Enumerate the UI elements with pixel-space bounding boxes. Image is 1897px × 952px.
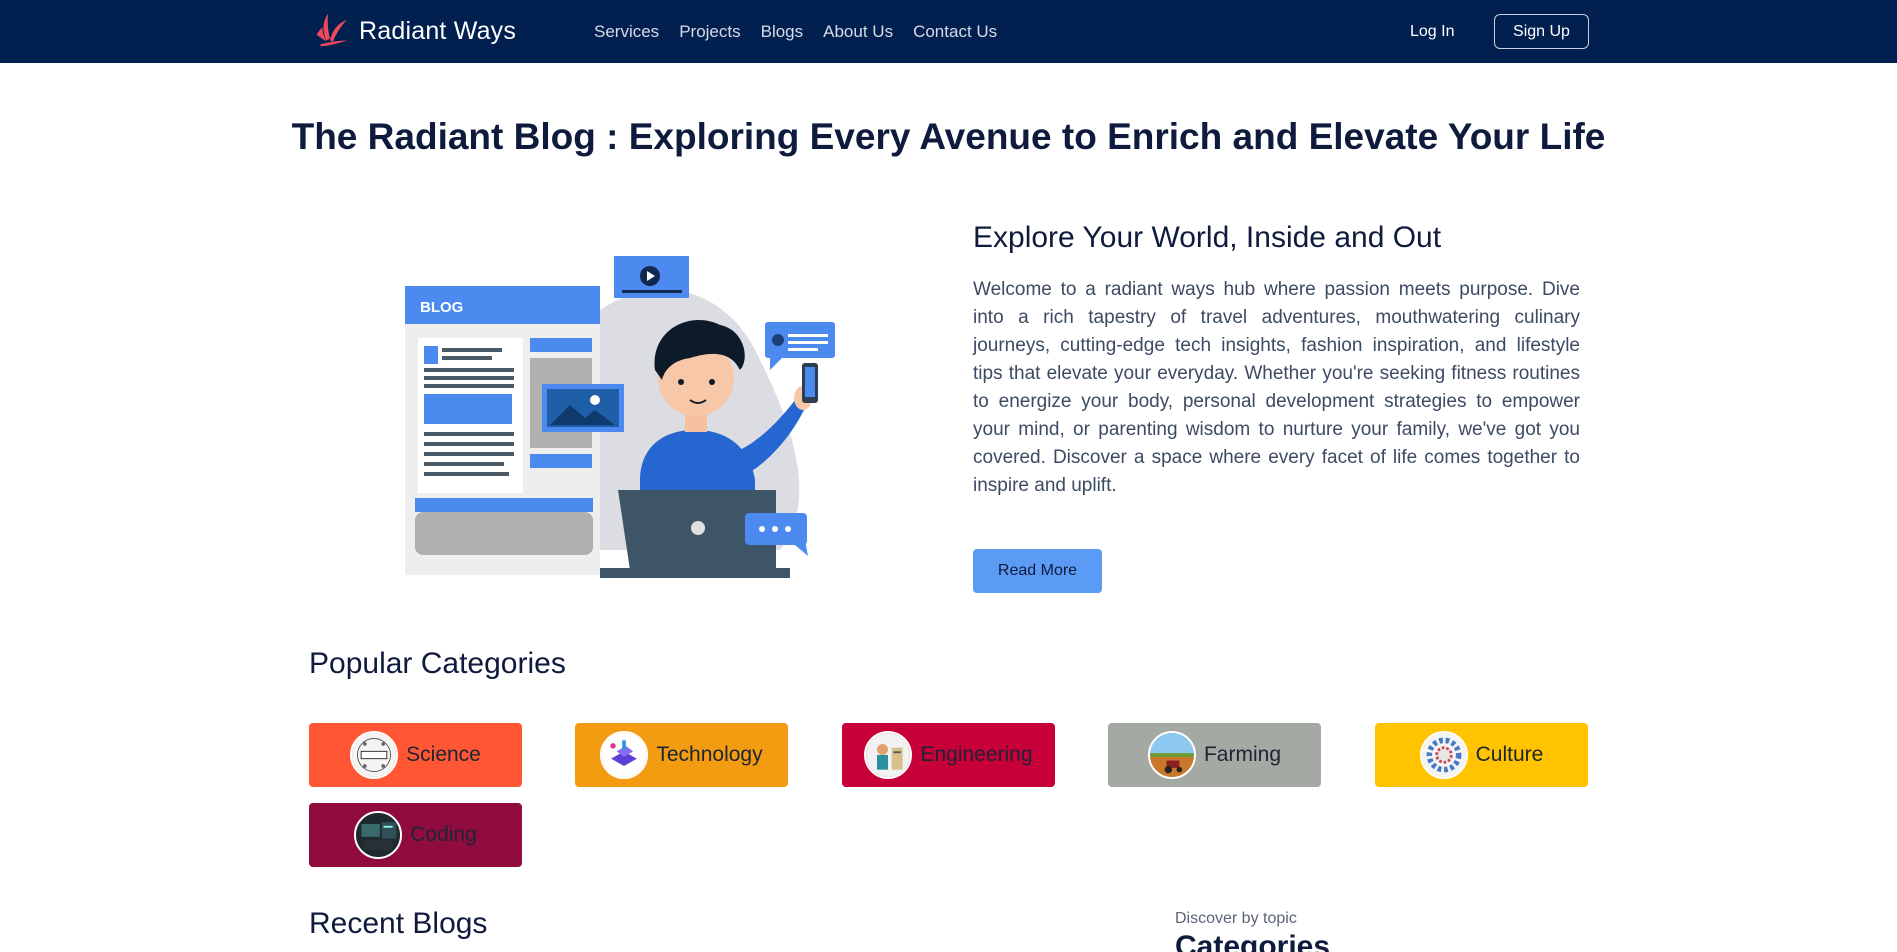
category-card-farming[interactable]: Farming <box>1108 723 1321 787</box>
read-more-button[interactable]: Read More <box>973 549 1102 593</box>
category-label-engineering: Engineering <box>920 743 1033 766</box>
science-thumbnail-icon <box>350 731 399 779</box>
category-card-engineering[interactable]: Engineering <box>842 723 1055 787</box>
nav-link-projects[interactable]: Projects <box>679 22 740 42</box>
page-title-rest: Exploring Every Avenue to Enrich and Ele… <box>618 116 1606 157</box>
technology-thumbnail-icon <box>600 731 649 779</box>
nav-link-blogs[interactable]: Blogs <box>761 22 804 42</box>
intro-section: Explore Your World, Inside and Out Welco… <box>973 220 1580 500</box>
category-label-science: Science <box>406 743 481 766</box>
category-card-technology[interactable]: Technology <box>575 723 788 787</box>
category-label-coding: Coding <box>410 823 477 846</box>
category-card-science[interactable]: Science <box>309 723 522 787</box>
brand-name: Radiant Ways <box>359 16 517 45</box>
top-navbar: Radiant Ways Services Projects Blogs Abo… <box>0 0 1897 63</box>
category-label-farming: Farming <box>1203 743 1282 766</box>
radiant-logo-icon <box>316 13 348 47</box>
category-label-culture: Culture <box>1475 743 1544 766</box>
coding-thumbnail-icon <box>354 811 403 859</box>
login-link[interactable]: Log In <box>1410 0 1454 63</box>
category-label-technology: Technology <box>656 743 763 766</box>
nav-link-contact-us[interactable]: Contact Us <box>913 22 997 42</box>
page-title: The Radiant Blog : Exploring Every Avenu… <box>0 116 1897 158</box>
engineering-thumbnail-icon <box>864 731 913 779</box>
farming-thumbnail-icon <box>1147 731 1196 779</box>
signup-button[interactable]: Sign Up <box>1494 14 1589 49</box>
sidebar-categories-heading: Categories <box>1175 930 1331 952</box>
nav-link-about-us[interactable]: About Us <box>823 22 893 42</box>
blog-illustration: BLOG <box>405 256 835 578</box>
nav-link-services[interactable]: Services <box>594 22 659 42</box>
sidebar-eyebrow: Discover by topic <box>1175 910 1297 927</box>
category-card-culture[interactable]: Culture <box>1375 723 1588 787</box>
blog-label: BLOG <box>420 299 463 316</box>
page-title-strong: The Radiant Blog : <box>291 116 619 157</box>
brand-logo[interactable]: Radiant Ways <box>311 10 516 52</box>
culture-thumbnail-icon <box>1419 731 1468 779</box>
category-card-coding[interactable]: Coding <box>309 803 522 867</box>
popular-categories-heading: Popular Categories <box>309 647 566 680</box>
main-nav: Services Projects Blogs About Us Contact… <box>594 0 997 63</box>
intro-paragraph: Welcome to a radiant ways hub where pass… <box>973 279 1580 496</box>
intro-heading: Explore Your World, Inside and Out <box>973 221 1442 254</box>
recent-blogs-heading: Recent Blogs <box>309 907 488 940</box>
